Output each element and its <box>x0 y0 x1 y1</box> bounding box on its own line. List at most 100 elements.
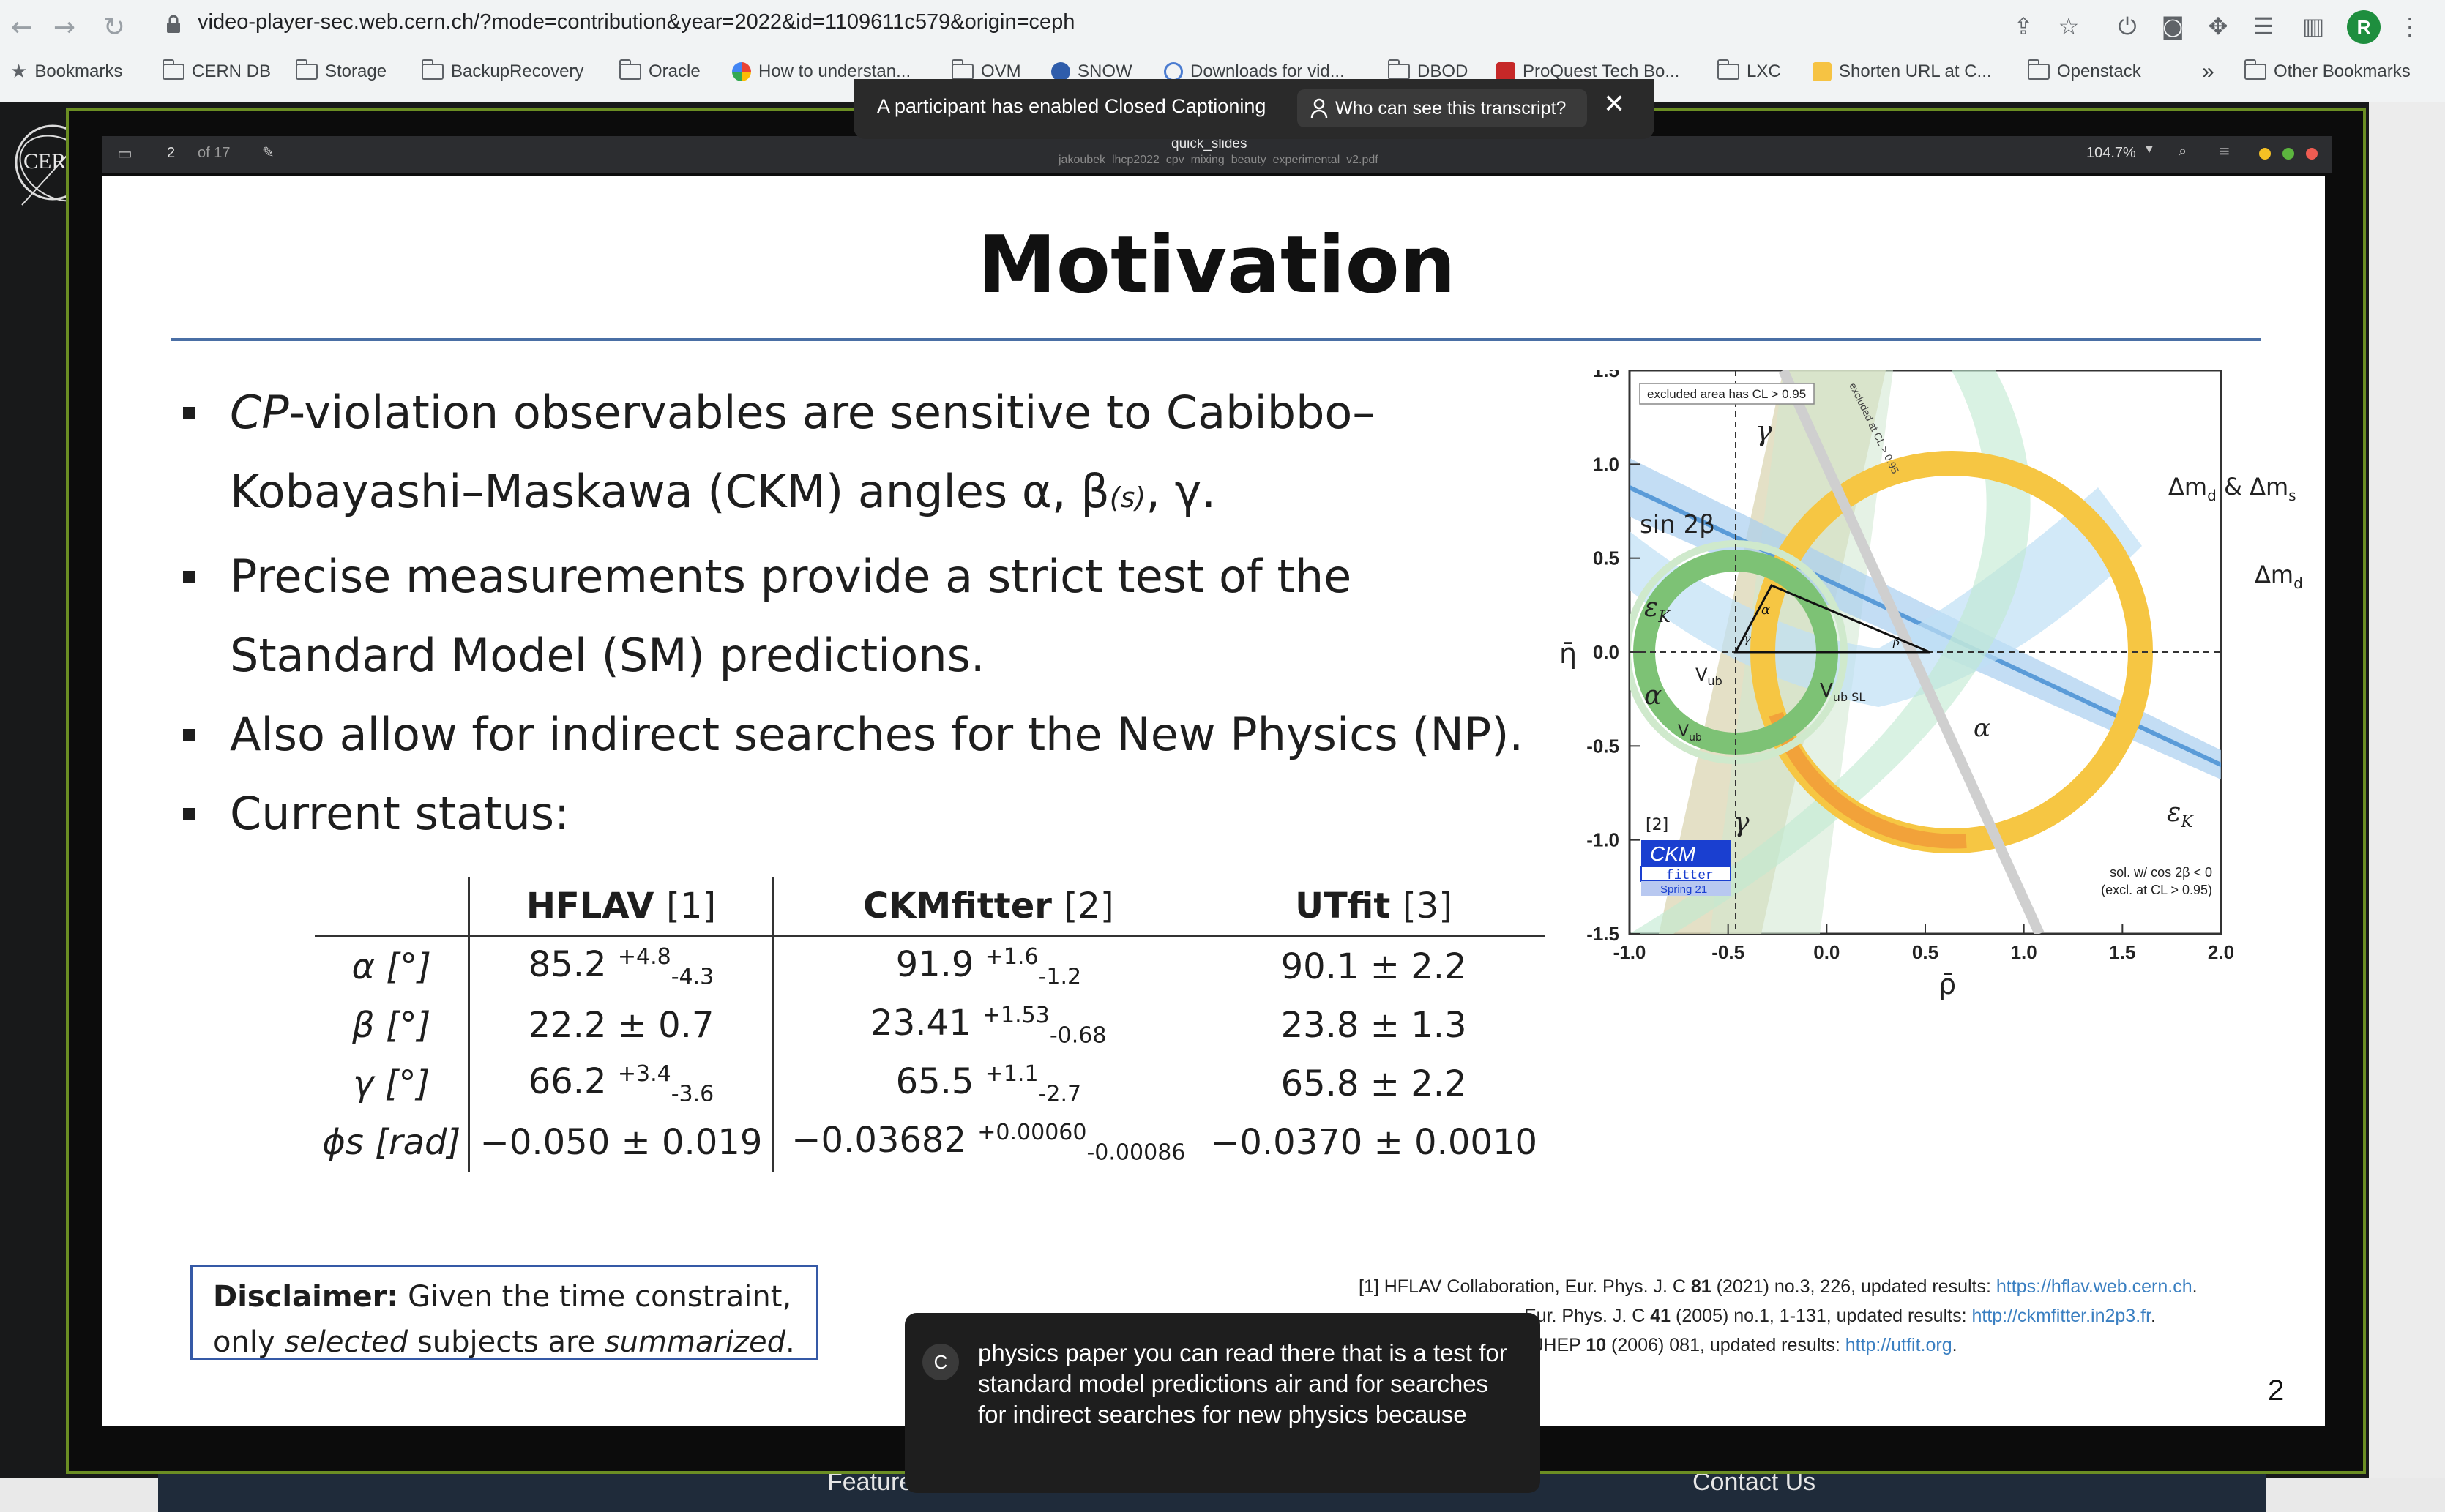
bookmark-cern-db[interactable]: CERN DB <box>162 57 272 86</box>
x-axis-label: ρ̄ <box>1938 968 1956 1000</box>
ckmfitter-logo-text: CKM <box>1650 842 1696 865</box>
bullet-text: Standard Model (SM) predictions. <box>230 629 985 682</box>
folder-icon <box>1387 59 1410 80</box>
x-tick-label: 1.0 <box>2011 941 2037 963</box>
triangle-gamma-label: γ <box>1744 632 1751 645</box>
column-header: CKMfitter [2] <box>773 877 1203 937</box>
bullet-square-icon <box>183 571 195 583</box>
x-tick-label: 0.0 <box>1813 941 1840 963</box>
bookmark-oracle[interactable]: Oracle <box>619 57 701 86</box>
cos2beta-note: sol. w/ cos 2β < 0 <box>2110 865 2212 880</box>
caption-text: physics paper you can read there that is… <box>978 1339 1507 1428</box>
cos2beta-excl-note: (excl. at CL > 0.95) <box>2101 883 2212 897</box>
bookmark-label: Openstack <box>2057 61 2141 81</box>
ckm-unitarity-plot: α γ β excluded area has CL > 0.95 exclud… <box>1559 370 2303 1000</box>
zoom-level[interactable]: 104.7% <box>2086 145 2136 162</box>
reference-link[interactable]: http://ckmfitter.in2p3.fr <box>1971 1306 2151 1326</box>
reload-icon[interactable]: ↻ <box>98 12 130 44</box>
alpha-lower-label: α <box>1974 714 1990 743</box>
bullet-subscript: (s) <box>1109 482 1146 514</box>
sidebar-toggle-icon[interactable]: ▭ <box>117 145 132 163</box>
bookmark-label: BackupRecovery <box>451 61 584 81</box>
table-cell: 91.9 +1.6-1.2 <box>895 943 1082 990</box>
bullet-item: Also allow for indirect searches for the… <box>183 695 1647 774</box>
maximize-dot-icon[interactable] <box>2282 148 2294 160</box>
y-tick-label: -0.5 <box>1586 735 1619 757</box>
search-icon[interactable]: ⌕ <box>2179 142 2187 160</box>
bullet-text: CP <box>230 386 289 439</box>
hamburger-menu-icon[interactable]: ≡ <box>2218 142 2231 160</box>
back-arrow-icon[interactable]: ← <box>6 12 38 44</box>
bookmark-shorten-url[interactable]: Shorten URL at C... <box>1813 57 1992 86</box>
bookmark-backuprecovery[interactable]: BackupRecovery <box>421 57 584 86</box>
table-cell: 90.1 ± 2.2 <box>1280 946 1467 987</box>
closed-caption-banner: A participant has enabled Closed Caption… <box>854 79 1654 139</box>
power-icon[interactable]: ⏻ <box>2111 10 2143 42</box>
ckmfitter-logo-season: Spring 21 <box>1660 883 1707 896</box>
row-label: α [°] <box>315 936 471 996</box>
side-panel-icon[interactable]: ▥ <box>2297 10 2329 42</box>
folder-icon <box>619 59 641 80</box>
x-tick-label: -1.0 <box>1613 941 1646 963</box>
url-text[interactable]: video-player-sec.web.cern.ch/?mode=contr… <box>198 10 1075 34</box>
table-cell: 65.8 ± 2.2 <box>1280 1063 1467 1104</box>
camera-icon[interactable]: ◙ <box>2157 10 2189 42</box>
reference-link[interactable]: http://utfit.org <box>1845 1335 1952 1355</box>
close-icon[interactable]: ✕ <box>1603 89 1625 119</box>
extensions-puzzle-icon[interactable]: ✥ <box>2202 10 2234 42</box>
x-tick-label: 2.0 <box>2208 941 2234 963</box>
bullet-item: Current status: <box>183 774 1647 853</box>
bookmark-openstack[interactable]: Openstack <box>2027 57 2141 86</box>
x-tick-label: 0.5 <box>1912 941 1938 963</box>
share-icon[interactable]: ⇪ <box>2007 10 2039 42</box>
table-corner <box>315 877 471 937</box>
bookmark-storage[interactable]: Storage <box>295 57 387 86</box>
y-tick-label: 0.0 <box>1593 641 1619 663</box>
page-number-field[interactable]: 2 <box>167 145 175 162</box>
reading-list-icon[interactable]: ☰ <box>2247 10 2280 42</box>
bullet-item: CP-violation observables are sensitive t… <box>183 373 1647 537</box>
row-label: ϕs [rad] <box>315 1113 471 1172</box>
annotate-pen-icon[interactable]: ✎ <box>262 143 275 161</box>
kebab-menu-icon[interactable]: ⋮ <box>2394 10 2426 42</box>
slide-page-number: 2 <box>2268 1374 2285 1407</box>
table-row: γ [°] 66.2 +3.4-3.6 65.5 +1.1-2.7 65.8 ±… <box>315 1055 1545 1113</box>
title-divider <box>171 338 2261 341</box>
profile-avatar[interactable]: R <box>2347 10 2381 44</box>
column-header: HFLAV [1] <box>469 877 774 937</box>
dm-label: Δmd & Δms <box>2168 473 2296 504</box>
bullet-list: CP-violation observables are sensitive t… <box>183 373 1647 853</box>
table-header-row: HFLAV [1] CKMfitter [2] UTfit [3] <box>315 877 1545 937</box>
table-cell: −0.0370 ± 0.0010 <box>1210 1122 1537 1163</box>
folder-icon <box>295 59 318 80</box>
page-right-margin <box>2369 102 2445 1478</box>
triangle-beta-label: β <box>1892 635 1900 648</box>
close-dot-icon[interactable] <box>2306 148 2318 160</box>
bullet-text: Also allow for indirect searches for the… <box>230 708 1524 761</box>
bookmark-label: CERN DB <box>192 61 272 81</box>
gamma-bottom-label: γ <box>1733 808 1750 838</box>
reference-link[interactable]: https://hflav.web.cern.ch <box>1996 1276 2192 1297</box>
y-tick-label: 0.5 <box>1593 547 1619 569</box>
bookmark-label: Storage <box>325 61 387 81</box>
bookmark-bookmarks[interactable]: ★ Bookmarks <box>10 57 122 86</box>
column-header: UTfit [3] <box>1203 877 1545 937</box>
bookmark-lxc[interactable]: LXC <box>1717 57 1781 86</box>
excluded-legend-text: excluded area has CL > 0.95 <box>1647 387 1806 401</box>
document-filename: jakoubek_lhcp2022_cpv_mixing_beauty_expe… <box>1059 154 1378 166</box>
chevron-down-icon[interactable]: ▼ <box>2143 143 2155 157</box>
transcript-visibility-button[interactable]: Who can see this transcript? <box>1297 89 1587 127</box>
bullet-text: , γ. <box>1146 465 1217 518</box>
folder-icon <box>951 59 974 80</box>
folder-icon <box>1717 59 1739 80</box>
more-bookmarks-chevron[interactable]: » <box>2202 57 2214 86</box>
table-row: α [°] 85.2 +4.8-4.3 91.9 +1.6-1.2 90.1 ±… <box>315 936 1545 996</box>
y-tick-label: 1.5 <box>1593 370 1619 381</box>
forward-arrow-icon[interactable]: → <box>48 12 81 44</box>
ckm-results-table: HFLAV [1] CKMfitter [2] UTfit [3] α [°] … <box>315 877 1545 1172</box>
bullet-text: Kobayashi–Maskawa (CKM) angles α, β <box>230 465 1110 518</box>
folder-icon <box>421 59 444 80</box>
bookmark-star-icon[interactable]: ☆ <box>2053 10 2085 42</box>
bookmark-other-bookmarks[interactable]: Other Bookmarks <box>2244 57 2411 86</box>
minimize-dot-icon[interactable] <box>2259 148 2271 160</box>
